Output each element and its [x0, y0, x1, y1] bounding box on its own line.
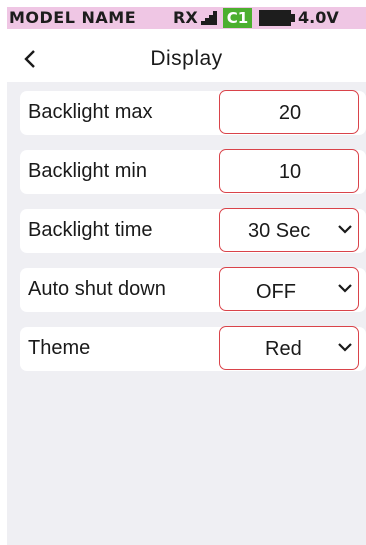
battery-icon [259, 10, 295, 26]
setting-label: Backlight time [28, 219, 153, 241]
chevron-down-icon [338, 284, 352, 293]
setting-value: Red [265, 338, 302, 360]
backlight-time-select[interactable]: 30 Sec [219, 208, 359, 252]
rx-label: RX [173, 8, 198, 27]
setting-label: Theme [28, 337, 91, 359]
backlight-max-field[interactable]: 20 [219, 90, 359, 134]
setting-value: 30 Sec [248, 220, 311, 242]
model-name: MODEL NAME [9, 8, 137, 27]
signal-bars-icon [201, 11, 219, 25]
setting-row-backlight-time: Backlight time 30 Sec [20, 208, 366, 253]
chevron-down-icon [338, 225, 352, 234]
page-title: Display [150, 47, 223, 70]
auto-shut-down-select[interactable]: OFF [219, 267, 359, 311]
setting-label: Backlight min [28, 160, 147, 182]
status-bar: MODEL NAME RX C1 4.0V [7, 7, 366, 29]
setting-row-backlight-max: Backlight max 20 [20, 90, 366, 135]
setting-row-backlight-min: Backlight min 10 [20, 149, 366, 194]
setting-label: Backlight max [28, 101, 153, 123]
channel-badge: C1 [223, 8, 252, 28]
battery-voltage: 4.0V [298, 8, 339, 27]
settings-list: Backlight max 20 Backlight min 10 Backli… [7, 82, 366, 545]
theme-select[interactable]: Red [219, 326, 359, 370]
setting-value: 10 [278, 161, 302, 183]
header: Display [7, 40, 366, 78]
setting-value: OFF [256, 281, 296, 303]
backlight-min-field[interactable]: 10 [219, 149, 359, 193]
setting-row-theme: Theme Red [20, 326, 366, 371]
setting-value: 20 [278, 102, 302, 124]
setting-row-auto-shut-down: Auto shut down OFF [20, 267, 366, 312]
chevron-down-icon [338, 343, 352, 352]
setting-label: Auto shut down [28, 278, 166, 300]
